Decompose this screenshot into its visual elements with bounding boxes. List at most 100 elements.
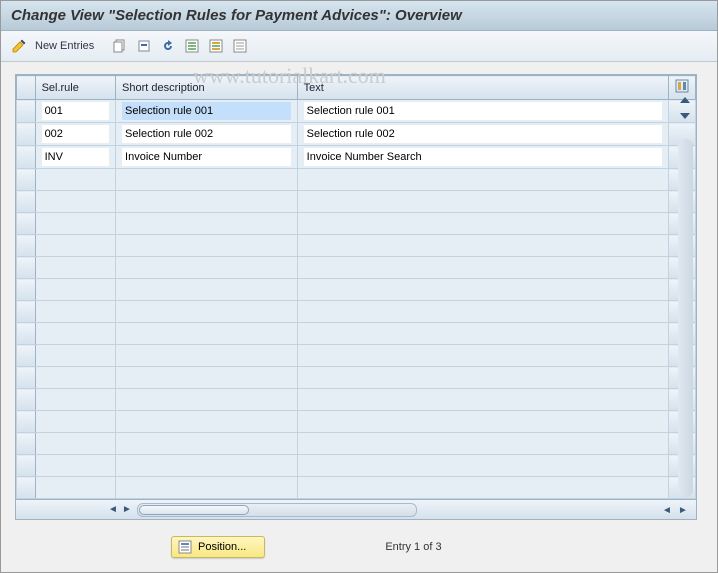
empty-cell[interactable]	[297, 279, 668, 301]
scroll-left-icon[interactable]: ◄	[106, 503, 120, 517]
row-selector[interactable]	[17, 191, 36, 213]
empty-cell[interactable]	[35, 477, 115, 499]
empty-cell[interactable]	[297, 235, 668, 257]
page-title: Change View "Selection Rules for Payment…	[1, 1, 717, 31]
row-selector[interactable]	[17, 433, 36, 455]
empty-cell[interactable]	[35, 411, 115, 433]
empty-cell[interactable]	[297, 411, 668, 433]
desc-input[interactable]	[122, 102, 291, 120]
row-selector[interactable]	[17, 389, 36, 411]
new-entries-button[interactable]: New Entries	[33, 40, 100, 52]
empty-cell[interactable]	[297, 367, 668, 389]
empty-cell[interactable]	[297, 323, 668, 345]
empty-cell[interactable]	[297, 455, 668, 477]
vertical-scrollbar[interactable]	[678, 139, 693, 497]
empty-cell[interactable]	[297, 301, 668, 323]
table-row-empty	[17, 235, 696, 257]
empty-cell[interactable]	[116, 345, 298, 367]
empty-cell[interactable]	[35, 455, 115, 477]
content-area: Sel.rule Short description Text ◄ ►	[1, 62, 717, 520]
scroll-right-end-icon[interactable]: ►	[676, 503, 690, 517]
empty-cell[interactable]	[116, 367, 298, 389]
empty-cell[interactable]	[116, 433, 298, 455]
empty-cell[interactable]	[297, 477, 668, 499]
row-selector[interactable]	[17, 213, 36, 235]
empty-cell[interactable]	[297, 213, 668, 235]
position-button[interactable]: Position...	[171, 536, 265, 558]
scroll-down-icon[interactable]	[680, 113, 690, 119]
row-selector[interactable]	[17, 279, 36, 301]
empty-cell[interactable]	[35, 301, 115, 323]
row-selector-header[interactable]	[17, 76, 36, 100]
row-selector[interactable]	[17, 455, 36, 477]
empty-cell[interactable]	[35, 169, 115, 191]
empty-cell[interactable]	[35, 191, 115, 213]
empty-cell[interactable]	[116, 213, 298, 235]
empty-cell[interactable]	[35, 345, 115, 367]
horizontal-scrollbar[interactable]	[137, 503, 417, 517]
empty-cell[interactable]	[297, 257, 668, 279]
horizontal-scrollbar-thumb[interactable]	[139, 505, 249, 515]
row-selector[interactable]	[17, 367, 36, 389]
empty-cell[interactable]	[35, 279, 115, 301]
empty-cell[interactable]	[35, 323, 115, 345]
empty-cell[interactable]	[297, 169, 668, 191]
table-row	[17, 146, 696, 169]
scroll-up-icon[interactable]	[680, 97, 690, 103]
scroll-left-end-icon[interactable]: ◄	[660, 503, 674, 517]
row-selector[interactable]	[17, 323, 36, 345]
empty-cell[interactable]	[35, 433, 115, 455]
empty-cell[interactable]	[297, 345, 668, 367]
empty-cell[interactable]	[297, 433, 668, 455]
text-input[interactable]	[304, 148, 662, 166]
scroll-right-step-icon[interactable]: ►	[120, 503, 134, 517]
column-header-text[interactable]: Text	[297, 76, 668, 100]
text-input[interactable]	[304, 125, 662, 143]
empty-cell[interactable]	[297, 389, 668, 411]
horizontal-scrollbar-area: ◄ ► ◄ ►	[16, 499, 696, 519]
empty-cell[interactable]	[116, 455, 298, 477]
empty-cell[interactable]	[35, 213, 115, 235]
select-all-icon[interactable]	[182, 36, 202, 56]
empty-cell[interactable]	[35, 257, 115, 279]
empty-cell[interactable]	[116, 279, 298, 301]
empty-cell[interactable]	[35, 389, 115, 411]
row-selector[interactable]	[17, 235, 36, 257]
row-selector[interactable]	[17, 411, 36, 433]
select-block-icon[interactable]	[206, 36, 226, 56]
empty-cell[interactable]	[35, 367, 115, 389]
row-selector[interactable]	[17, 301, 36, 323]
change-icon[interactable]	[9, 36, 29, 56]
column-header-rule[interactable]: Sel.rule	[35, 76, 115, 100]
undo-icon[interactable]	[158, 36, 178, 56]
row-selector[interactable]	[17, 477, 36, 499]
configure-columns-icon[interactable]	[669, 76, 696, 100]
desc-input[interactable]	[122, 125, 291, 143]
empty-cell[interactable]	[116, 257, 298, 279]
rule-input[interactable]	[42, 125, 109, 143]
column-header-desc[interactable]: Short description	[116, 76, 298, 100]
rule-input[interactable]	[42, 102, 109, 120]
empty-cell[interactable]	[116, 477, 298, 499]
empty-cell[interactable]	[35, 235, 115, 257]
empty-cell[interactable]	[116, 169, 298, 191]
row-selector[interactable]	[17, 257, 36, 279]
empty-cell[interactable]	[116, 389, 298, 411]
empty-cell[interactable]	[116, 191, 298, 213]
empty-cell[interactable]	[297, 191, 668, 213]
row-selector[interactable]	[17, 169, 36, 191]
empty-cell[interactable]	[116, 323, 298, 345]
deselect-all-icon[interactable]	[230, 36, 250, 56]
row-selector[interactable]	[17, 123, 36, 146]
text-input[interactable]	[304, 102, 662, 120]
row-selector[interactable]	[17, 345, 36, 367]
row-selector[interactable]	[17, 146, 36, 169]
copy-icon[interactable]	[110, 36, 130, 56]
empty-cell[interactable]	[116, 235, 298, 257]
empty-cell[interactable]	[116, 301, 298, 323]
rule-input[interactable]	[42, 148, 109, 166]
delete-icon[interactable]	[134, 36, 154, 56]
desc-input[interactable]	[122, 148, 291, 166]
row-selector[interactable]	[17, 100, 36, 123]
empty-cell[interactable]	[116, 411, 298, 433]
